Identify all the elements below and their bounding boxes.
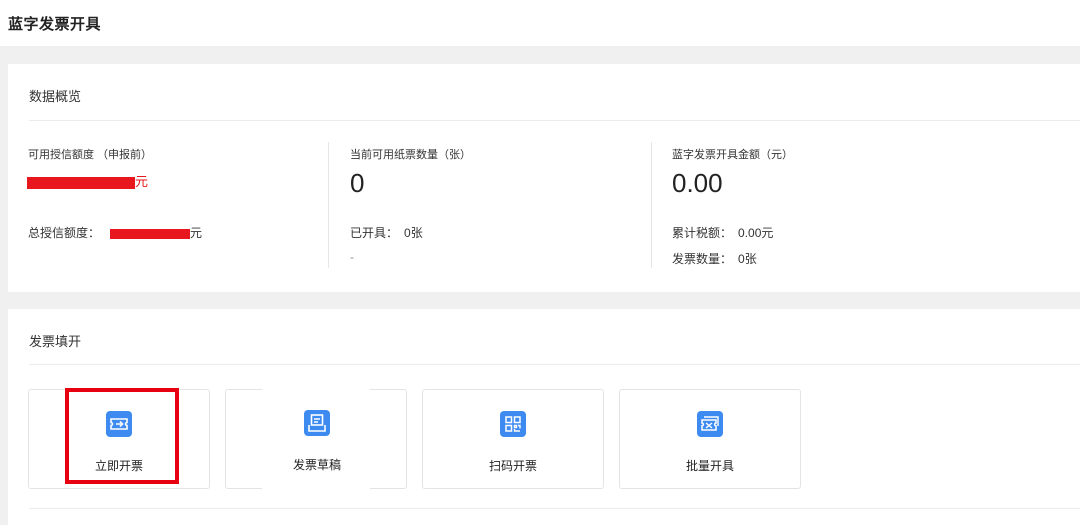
invoice-count-value: 0张	[738, 252, 757, 266]
tax-total: 累计税额： 0.00元	[672, 224, 773, 241]
overview-divider	[29, 120, 1080, 121]
credit-value: 元	[27, 171, 148, 189]
overview-title: 数据概览	[29, 89, 82, 104]
total-credit: 总授信额度： 元	[28, 224, 202, 241]
page-title: 蓝字发票开具	[8, 16, 102, 33]
invoice-draft-label: 发票草稿	[291, 459, 340, 473]
paper-issued: 已开具： 0张	[350, 224, 423, 241]
paper-issued-label: 已开具：	[350, 226, 399, 240]
issue-now-button[interactable]: 立即开票	[28, 389, 210, 489]
column-separator	[651, 142, 652, 268]
paper-issued-value: 0张	[404, 226, 423, 240]
tax-total-value: 0.00元	[738, 226, 774, 240]
paper-label: 当前可用纸票数量（张）	[350, 149, 471, 161]
blue-amount-value: 0.00	[672, 168, 723, 198]
batch-issue-button[interactable]: 批量开具	[619, 389, 801, 489]
issue-title: 发票填开	[29, 334, 82, 349]
invoice-draft-button[interactable]: 发票草稿	[225, 389, 407, 489]
draft-icon	[303, 411, 329, 437]
invoice-count-label: 发票数量：	[672, 252, 733, 266]
ticket-icon	[106, 411, 132, 437]
column-separator	[328, 142, 329, 268]
total-credit-suffix: 元	[190, 226, 203, 240]
credit-value-suffix: 元	[135, 174, 149, 189]
redacted-total-credit	[110, 228, 191, 239]
tax-total-label: 累计税额：	[672, 226, 733, 240]
overview-card: 数据概览 可用授信额度 （申报前） 元 总授信额度：元 当前可用纸票数量（张） …	[8, 64, 1080, 292]
scan-issue-button[interactable]: 扫码开票	[422, 389, 604, 489]
invoice-count: 发票数量： 0张	[672, 250, 757, 267]
total-credit-label: 总授信额度：	[28, 226, 101, 240]
issue-divider	[29, 364, 1080, 365]
issue-card: 发票填开 立即开票 发票草稿 扫码开票 批量开具	[8, 309, 1080, 525]
top-bar: 蓝字发票开具	[0, 0, 1080, 46]
batch-ticket-icon	[697, 411, 723, 437]
batch-issue-label: 批量开具	[685, 459, 734, 473]
qrcode-icon	[500, 411, 526, 437]
issue-now-label: 立即开票	[94, 459, 143, 473]
paper-extra: -	[350, 250, 354, 264]
issue-bottom-divider	[29, 508, 1080, 509]
credit-label: 可用授信额度 （申报前）	[28, 149, 153, 161]
scan-issue-label: 扫码开票	[488, 459, 537, 473]
paper-value: 0	[350, 168, 365, 198]
redacted-credit-amount	[27, 176, 135, 189]
blue-amount-label: 蓝字发票开具金额（元）	[672, 149, 793, 161]
